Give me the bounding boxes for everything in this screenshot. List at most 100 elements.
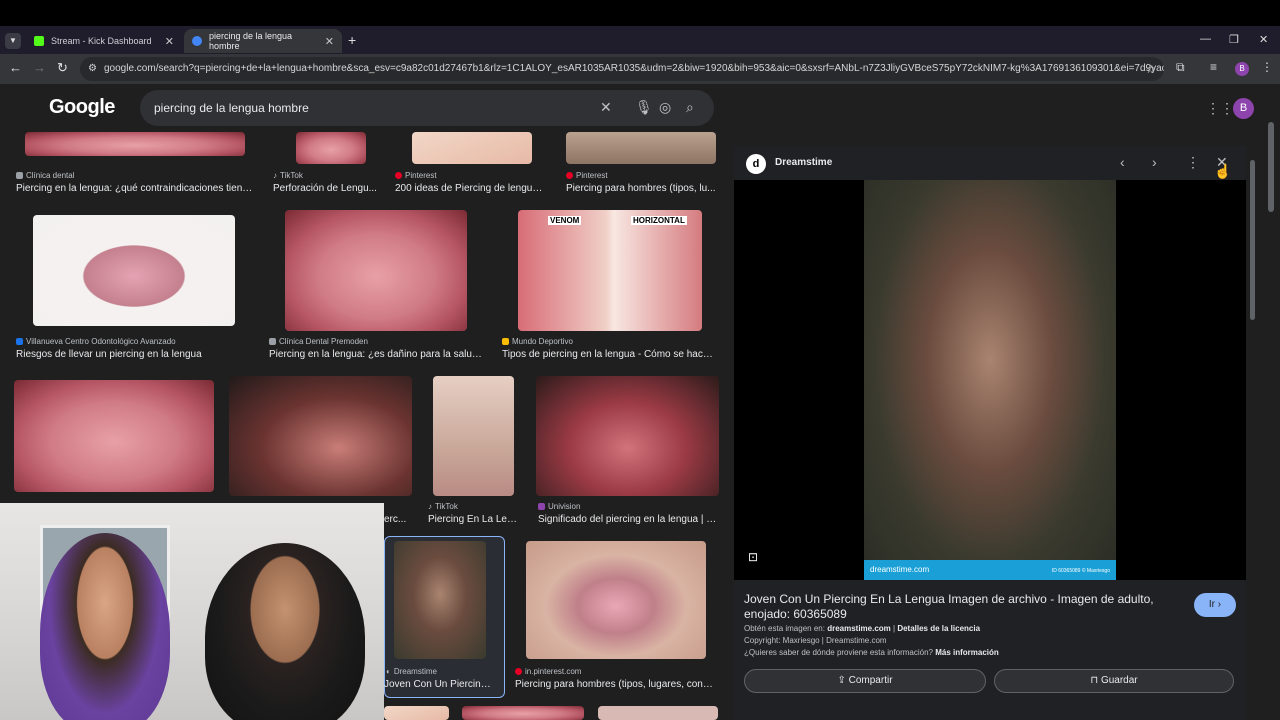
result-title[interactable]: Joven Con Un Piercing ... [384, 679, 496, 690]
url-text: google.com/search?q=piercing+de+la+lengu… [104, 63, 1164, 74]
result-image[interactable] [14, 380, 214, 492]
search-input[interactable]: piercing de la lengua hombre [154, 101, 309, 115]
close-tab-icon[interactable]: ✕ [165, 35, 174, 48]
tiktok-icon: ♪ [428, 502, 432, 511]
microphone-icon[interactable]: 🎙 [635, 99, 653, 116]
result-image[interactable] [285, 210, 467, 331]
result-image[interactable] [536, 376, 719, 496]
result-image[interactable] [433, 376, 514, 496]
obtain-info: Obtén esta imagen en: dreamstime.com | D… [744, 624, 981, 633]
result-source: Pinterest [566, 171, 608, 180]
streamer-left [40, 533, 170, 720]
result-title[interactable]: Tipos de piercing en la lengua - Cómo se… [502, 349, 716, 360]
google-icon [192, 36, 202, 46]
close-window-icon[interactable]: ✕ [1259, 33, 1268, 46]
tab-label: piercing de la lengua hombre [209, 31, 293, 51]
result-image[interactable] [229, 376, 412, 496]
clear-icon[interactable]: ✕ [600, 99, 612, 116]
extensions-icon[interactable]: ⧉ [1176, 60, 1185, 75]
google-logo[interactable]: Google [49, 96, 115, 119]
page-scrollbar[interactable] [1268, 122, 1274, 212]
address-bar[interactable]: ⚙ google.com/search?q=piercing+de+la+len… [80, 57, 1164, 81]
image-preview-panel: d Dreamstime ‹ › ⋮ ✕ dreamstime.com ID 6… [734, 146, 1246, 720]
dreamstime-icon: ◐ [386, 667, 391, 676]
search-box[interactable]: piercing de la lengua hombre ✕ 🎙 ◎ ⌕ [140, 90, 714, 126]
account-avatar[interactable]: B [1233, 98, 1254, 119]
close-tab-icon[interactable]: ✕ [325, 35, 334, 48]
browser-menu-icon[interactable]: ⋮ [1261, 60, 1273, 74]
result-image[interactable] [462, 706, 584, 720]
bookmark-star-icon[interactable]: ☆ [1145, 57, 1156, 81]
image-label-venom: VENOM [548, 216, 582, 225]
result-title[interactable]: Piercing para hombres (tipos, lugares, c… [515, 679, 715, 690]
lens-search-icon[interactable]: ⊡ [748, 550, 758, 564]
tiktok-icon: ♪ [273, 171, 277, 180]
result-source: Clínica dental [16, 171, 74, 180]
tab-kick-dashboard[interactable]: Stream - Kick Dashboard ✕ [26, 29, 182, 53]
panel-title[interactable]: Joven Con Un Piercing En La Lengua Image… [744, 592, 1164, 622]
media-icon[interactable]: ≡ [1210, 60, 1217, 74]
previous-icon[interactable]: ‹ [1120, 154, 1125, 170]
obtain-site-link[interactable]: dreamstime.com [827, 624, 891, 633]
result-source: ♪ TikTok [273, 171, 303, 180]
result-image[interactable] [566, 132, 716, 164]
webcam-overlay [0, 503, 384, 720]
result-source: Clínica Dental Premoden [269, 337, 368, 346]
more-options-icon[interactable]: ⋮ [1186, 154, 1200, 171]
new-tab-button[interactable]: + [348, 32, 356, 48]
result-source: Univision [538, 502, 580, 511]
lens-icon[interactable]: ◎ [659, 99, 671, 116]
panel-scrollbar[interactable] [1250, 160, 1255, 320]
result-title[interactable]: Piercing En La Len... [428, 514, 520, 525]
forward-icon[interactable]: → [33, 60, 46, 75]
result-title[interactable]: Perforación de Lengu... [273, 183, 379, 194]
result-image[interactable] [25, 132, 245, 156]
result-source: Pinterest [395, 171, 437, 180]
next-icon[interactable]: › [1152, 154, 1157, 170]
reload-icon[interactable]: ↻ [57, 60, 68, 76]
tab-label: Stream - Kick Dashboard [51, 36, 152, 46]
result-title[interactable]: Piercing en la lengua: ¿es dañino para l… [269, 349, 483, 360]
license-link[interactable]: Detalles de la licencia [897, 624, 980, 633]
result-title[interactable]: Significado del piercing en la lengua | … [538, 514, 718, 525]
result-image[interactable] [598, 706, 718, 720]
apps-grid-icon[interactable]: ⋮⋮ [1206, 100, 1234, 117]
result-title[interactable]: 200 ideas de Piercing de lengua ... [395, 183, 545, 194]
back-icon[interactable]: ← [9, 60, 22, 75]
source-question: ¿Quieres saber de dónde proviene esta in… [744, 648, 999, 657]
result-image[interactable] [412, 132, 532, 164]
result-image[interactable] [33, 215, 235, 326]
minimize-icon[interactable]: — [1200, 33, 1211, 45]
result-image[interactable] [394, 541, 486, 659]
result-image[interactable]: VENOM HORIZONTAL [518, 210, 702, 331]
preview-image-id: ID 60365089 © Maxriesgo [1051, 568, 1110, 574]
kick-icon [34, 36, 44, 46]
result-title-partial[interactable]: erc... [384, 514, 424, 525]
panel-site-name[interactable]: Dreamstime [775, 157, 832, 168]
result-image[interactable] [526, 541, 706, 659]
result-image[interactable] [384, 706, 449, 720]
tab-google-search[interactable]: piercing de la lengua hombre ✕ [184, 29, 342, 53]
preview-image[interactable]: dreamstime.com ID 60365089 © Maxriesgo [864, 180, 1116, 580]
streamer-right [205, 543, 365, 720]
result-source: in.pinterest.com [515, 667, 581, 676]
visit-button[interactable]: Ir › [1194, 593, 1236, 617]
restore-icon[interactable]: ❐ [1229, 33, 1239, 46]
search-icon[interactable]: ⌕ [686, 99, 694, 116]
more-info-link[interactable]: Más información [935, 648, 999, 657]
result-source: Villanueva Centro Odontológico Avanzado [16, 337, 176, 346]
result-image[interactable] [296, 132, 366, 164]
top-strip [0, 0, 1280, 26]
result-title[interactable]: Riesgos de llevar un piercing en la leng… [16, 349, 256, 360]
dreamstime-logo-icon[interactable]: d [746, 154, 766, 174]
result-title[interactable]: Piercing para hombres (tipos, lu... [566, 183, 716, 194]
save-button[interactable]: ⊓ Guardar [994, 669, 1234, 693]
result-source: ♪ TikTok [428, 502, 458, 511]
result-title[interactable]: Piercing en la lengua: ¿qué contraindica… [16, 183, 256, 194]
result-source: ◐ Dreamstime [386, 667, 437, 676]
result-source: Mundo Deportivo [502, 337, 573, 346]
browser-profile-avatar[interactable]: B [1235, 62, 1249, 76]
tab-search-icon[interactable]: ▼ [5, 33, 21, 49]
share-button[interactable]: ⇪ Compartir [744, 669, 986, 693]
site-info-icon[interactable]: ⚙ [88, 57, 97, 81]
